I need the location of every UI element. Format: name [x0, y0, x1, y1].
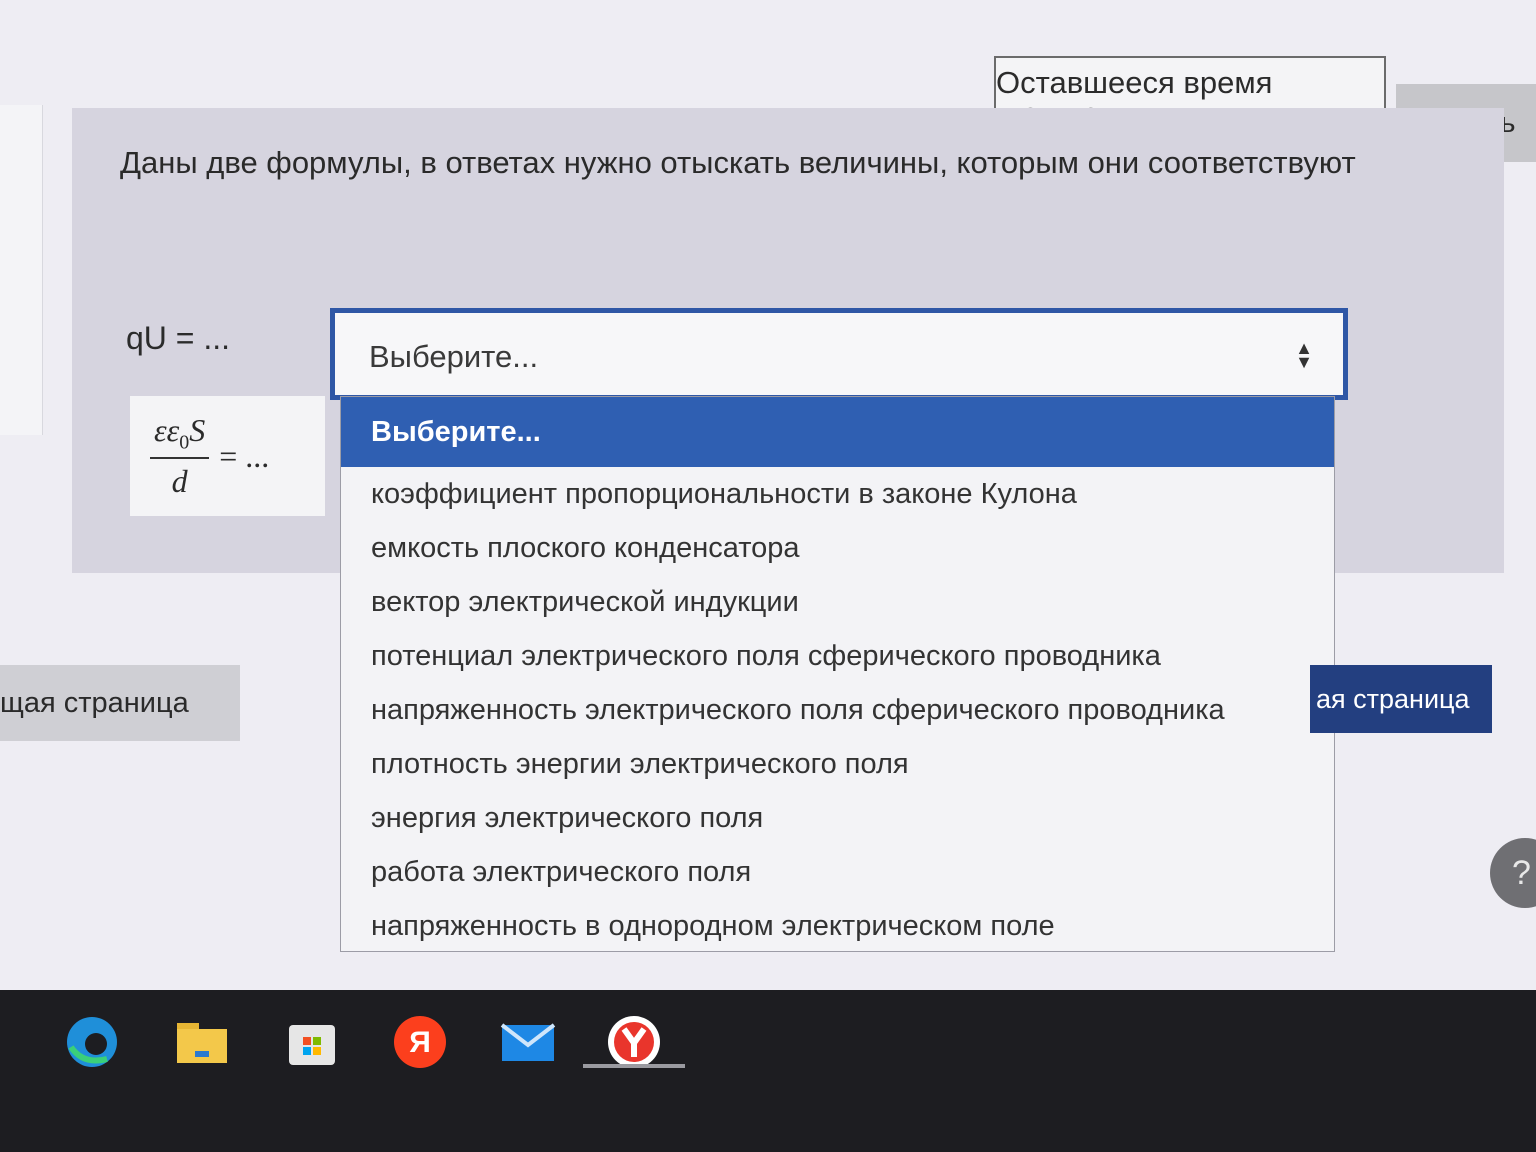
option-choose[interactable]: Выберите...: [341, 397, 1334, 467]
store-icon[interactable]: [282, 1012, 342, 1072]
option-induction-vector[interactable]: вектор электрической индукции: [341, 575, 1334, 629]
select-dropdown: Выберите... коэффициент пропорциональнос…: [340, 396, 1335, 952]
edge-icon[interactable]: [62, 1012, 122, 1072]
next-page-button[interactable]: ая страница: [1310, 665, 1492, 733]
select-value: Выберите...: [369, 339, 539, 374]
svg-text:Я: Я: [409, 1026, 431, 1059]
formula-fraction: εε0S d: [150, 412, 210, 499]
option-sphere-potential[interactable]: потенциал электрического поля сферическо…: [341, 629, 1334, 683]
option-uniform-field-strength[interactable]: напряженность в однородном электрическом…: [341, 899, 1334, 953]
select-arrows-icon: ▲ ▼: [1295, 338, 1313, 372]
formula-denominator: d: [171, 462, 188, 499]
formula-2: εε0S d = ...: [130, 396, 325, 516]
option-sphere-field-strength[interactable]: напряженность электрического поля сферич…: [341, 683, 1334, 737]
formula-numerator: εε0S: [150, 412, 210, 459]
side-panel-stub: [0, 105, 43, 435]
formula-1: qU = ...: [126, 320, 231, 356]
taskbar-active-indicator: [583, 1064, 685, 1068]
formula-suffix: = ...: [219, 437, 270, 474]
yandex-browser-icon[interactable]: [604, 1012, 664, 1072]
previous-page-button[interactable]: щая страница: [0, 665, 240, 741]
answer-select[interactable]: Выберите... ▲ ▼: [330, 308, 1348, 400]
help-button[interactable]: ?: [1490, 838, 1536, 908]
yandex-icon[interactable]: Я: [390, 1012, 450, 1072]
question-text: Даны две формулы, в ответах нужно отыска…: [120, 145, 1356, 180]
mail-icon[interactable]: [498, 1012, 558, 1072]
option-field-work[interactable]: работа электрического поля: [341, 845, 1334, 899]
option-field-energy[interactable]: энергия электрического поля: [341, 791, 1334, 845]
option-energy-density[interactable]: плотность энергии электрического поля: [341, 737, 1334, 791]
option-capacitor-capacity[interactable]: емкость плоского конденсатора: [341, 521, 1334, 575]
file-explorer-icon[interactable]: [172, 1012, 232, 1072]
option-coulomb-coefficient[interactable]: коэффициент пропорциональности в законе …: [341, 467, 1334, 521]
